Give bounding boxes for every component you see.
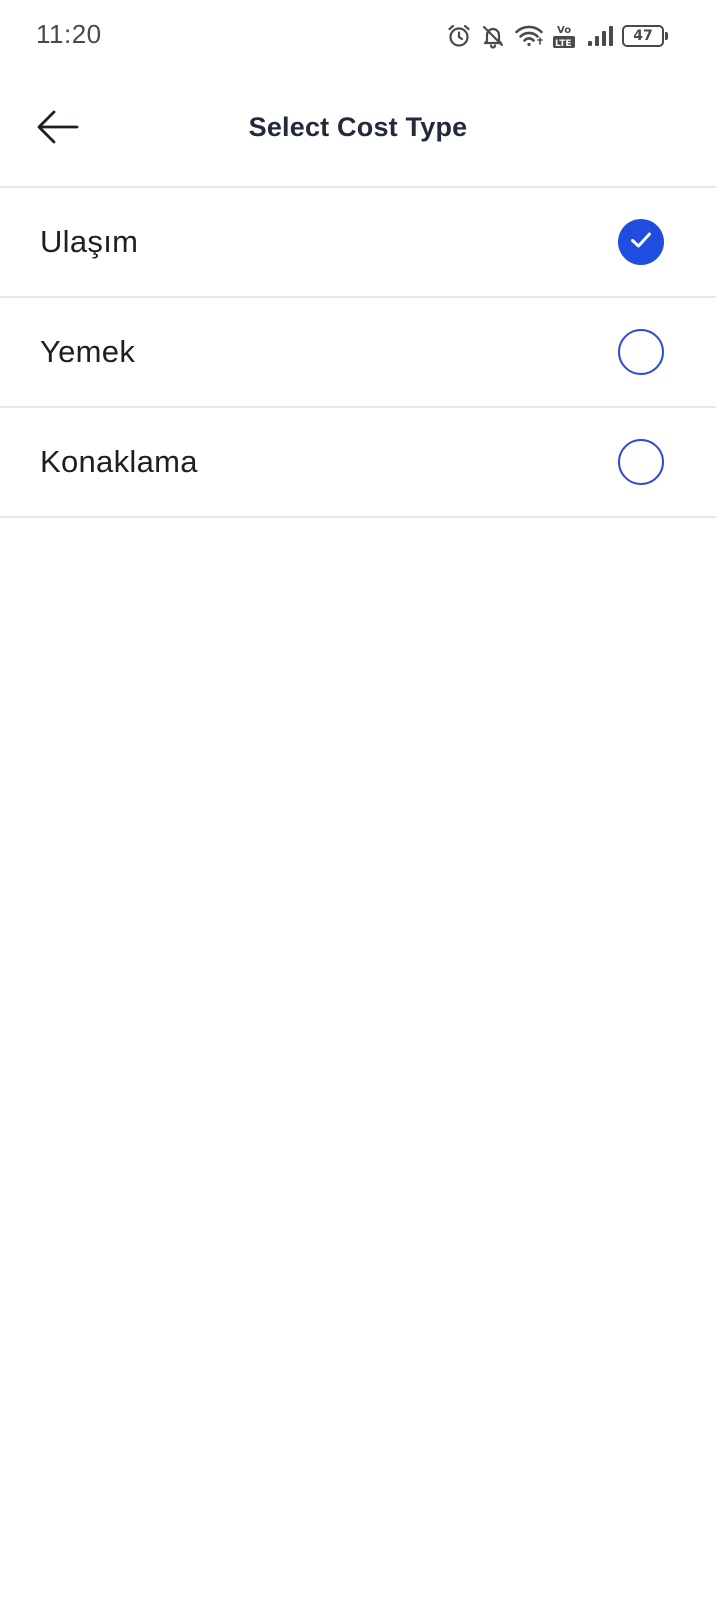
page-title: Select Cost Type — [248, 112, 468, 142]
signal-icon — [586, 24, 614, 48]
option-row-konaklama[interactable]: Konaklama — [0, 408, 716, 518]
option-label: Konaklama — [40, 444, 198, 479]
check-icon — [630, 231, 652, 254]
app-bar: Select Cost Type — [0, 72, 716, 188]
bell-off-icon — [480, 23, 506, 49]
alarm-icon — [446, 23, 472, 49]
battery-level: 47 — [633, 28, 653, 44]
volte-icon: Vo LTE — [552, 22, 578, 50]
radio-checked[interactable] — [618, 219, 664, 265]
option-row-yemek[interactable]: Yemek — [0, 298, 716, 408]
status-bar: 11:20 Vo LTE 47 — [0, 0, 716, 72]
radio-unchecked[interactable] — [618, 329, 664, 375]
volte-top-label: Vo — [557, 25, 571, 36]
option-label: Yemek — [40, 334, 136, 369]
status-time: 11:20 — [36, 19, 102, 49]
radio-unchecked[interactable] — [618, 439, 664, 485]
volte-bottom-label: LTE — [555, 39, 572, 49]
status-icons: Vo LTE 47 — [446, 20, 668, 52]
battery-icon: 47 — [622, 25, 668, 47]
cost-type-list: Ulaşım Yemek Konaklama — [0, 188, 716, 518]
option-row-ulasim[interactable]: Ulaşım — [0, 188, 716, 298]
wifi-icon — [514, 24, 544, 48]
option-label: Ulaşım — [40, 224, 139, 259]
